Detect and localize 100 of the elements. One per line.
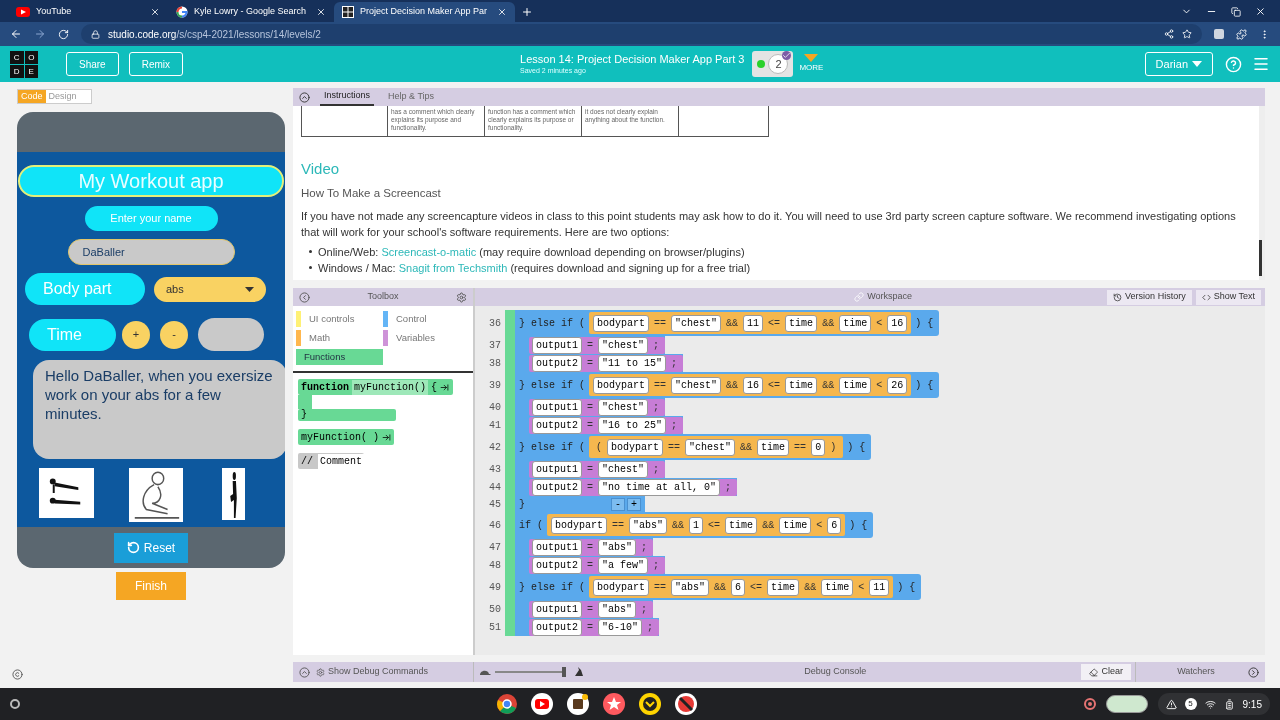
if-block[interactable]: } else if ( bodypart == "chest" && 11 <= time && time < 16 ) {: [515, 310, 940, 336]
screen-thumbnail[interactable]: [1105, 695, 1148, 713]
code-field[interactable]: time: [725, 516, 758, 534]
function-call-block[interactable]: myFunction( ): [298, 429, 394, 445]
code-field[interactable]: "chest": [685, 438, 736, 456]
code-field[interactable]: output2: [532, 416, 582, 434]
code-field[interactable]: "chest": [598, 398, 649, 416]
code-field[interactable]: time: [757, 438, 790, 456]
toggle-button[interactable]: +: [627, 497, 641, 511]
if-block[interactable]: } else if ( bodypart == "abs" && 6 <= time && time < 11 ) {: [515, 574, 922, 600]
code-field[interactable]: 11: [869, 578, 890, 596]
code-field[interactable]: time: [821, 578, 854, 596]
code-field[interactable]: bodypart: [551, 516, 608, 534]
browser-tab[interactable]: Project Decision Maker App Par: [334, 2, 516, 22]
launcher-icon[interactable]: [10, 699, 20, 709]
browser-tab[interactable]: YouTube: [8, 2, 168, 22]
if-block[interactable]: } else if ( bodypart == "chest" && 16 <= time && time < 26 ) {: [515, 372, 940, 398]
code-field[interactable]: time: [839, 314, 872, 332]
condition-block[interactable]: ( bodypart == "chest" && time == 0 ): [589, 436, 844, 458]
show-text-button[interactable]: Show Text: [1195, 289, 1261, 305]
show-debug-commands[interactable]: Show Debug Commands: [316, 665, 429, 679]
condition-block[interactable]: bodypart == "chest" && 16 <= time && time < 26: [589, 374, 912, 396]
back-icon[interactable]: [10, 28, 22, 40]
share-icon[interactable]: [1164, 29, 1174, 39]
video-play-icon[interactable]: [530, 693, 553, 715]
assignment-block[interactable]: output2 = "a few" ;: [529, 556, 666, 574]
assignment-block[interactable]: output1 = "abs" ;: [529, 600, 654, 618]
star-app-icon[interactable]: [602, 693, 625, 715]
condition-block[interactable]: bodypart == "abs" && 6 <= time && time < 11: [589, 576, 894, 598]
code-field[interactable]: "a few": [598, 556, 649, 574]
browser-icon[interactable]: [496, 694, 517, 714]
code-field[interactable]: "11 to 15": [598, 354, 667, 372]
assignment-block[interactable]: output1 = "abs" ;: [529, 538, 654, 556]
condition-block[interactable]: bodypart == "chest" && 11 <= time && time < 16: [589, 312, 912, 334]
code-field[interactable]: output2: [532, 618, 582, 636]
slider-thumb[interactable]: [562, 667, 566, 677]
code-field[interactable]: output2: [532, 354, 582, 372]
warning-icon[interactable]: [1165, 698, 1177, 710]
code-field[interactable]: bodypart: [607, 438, 664, 456]
code-field[interactable]: "abs": [598, 600, 637, 618]
code-field[interactable]: "chest": [598, 460, 649, 478]
collapse-icon[interactable]: [299, 291, 310, 303]
logo[interactable]: C O D E: [10, 50, 38, 78]
time-field[interactable]: [198, 318, 264, 351]
code-field[interactable]: time: [779, 516, 812, 534]
code-field[interactable]: output1: [532, 600, 582, 618]
code-field[interactable]: output1: [532, 398, 582, 416]
code-field[interactable]: "no time at all, 0": [598, 478, 721, 496]
condition-block[interactable]: bodypart == "abs" && 1 <= time && time < 6: [547, 514, 846, 536]
if-block[interactable]: } else if ( ( bodypart == "chest" && time == 0 ) ) {: [515, 434, 872, 460]
version-history-button[interactable]: Version History: [1107, 289, 1192, 305]
progress-bubble[interactable]: 2: [752, 51, 794, 77]
record-icon[interactable]: [1083, 698, 1096, 710]
new-tab-icon[interactable]: [521, 6, 534, 18]
close-icon[interactable]: [497, 7, 508, 17]
assignment-block[interactable]: output1 = "chest" ;: [529, 460, 666, 478]
collapse-icon[interactable]: [299, 91, 310, 103]
code-field[interactable]: bodypart: [593, 314, 650, 332]
toggle-button[interactable]: -: [610, 497, 625, 511]
code-field[interactable]: "abs": [598, 538, 637, 556]
code-field[interactable]: 11: [743, 314, 764, 332]
code-field[interactable]: "abs": [629, 516, 668, 534]
assignment-block[interactable]: output2 = "16 to 25" ;: [529, 416, 684, 434]
assignment-block[interactable]: output1 = "chest" ;: [529, 398, 666, 416]
code-field[interactable]: "chest": [671, 314, 722, 332]
code-field[interactable]: output1: [532, 538, 582, 556]
assignment-block[interactable]: output2 = "11 to 15" ;: [529, 354, 684, 372]
code-field[interactable]: time: [767, 578, 800, 596]
code-field[interactable]: time: [785, 314, 818, 332]
if-block[interactable]: if ( bodypart == "abs" && 1 <= time && time < 6 ) {: [515, 512, 874, 538]
plus-button[interactable]: +: [122, 320, 150, 349]
category-item[interactable]: UI controls: [296, 311, 383, 327]
assignment-block[interactable]: output2 = "no time at all, 0" ;: [529, 478, 738, 496]
close-icon[interactable]: [150, 7, 160, 17]
clear-button[interactable]: Clear: [1081, 664, 1131, 680]
bookmark-icon[interactable]: [1182, 29, 1192, 39]
extension-icon[interactable]: [1214, 29, 1224, 39]
assignment-block[interactable]: output1 = "chest" ;: [529, 336, 666, 354]
code-field[interactable]: time: [839, 376, 872, 394]
close-icon[interactable]: [316, 7, 327, 17]
code-field[interactable]: 26: [887, 376, 908, 394]
code-field[interactable]: 1: [689, 516, 704, 534]
notification-tray[interactable]: 5 9:15: [1157, 693, 1270, 715]
close-icon[interactable]: [1255, 6, 1266, 17]
code-field[interactable]: 0: [811, 438, 826, 456]
code-field[interactable]: "16 to 25": [598, 416, 667, 434]
code-field[interactable]: "abs": [671, 578, 710, 596]
code-field[interactable]: time: [785, 376, 818, 394]
address-field[interactable]: studio.code.org/s/csp4-2021/lessons/14/levels/2: [81, 24, 1202, 44]
browser-tab[interactable]: Kyle Lowry - Google Search: [168, 2, 335, 22]
comment-block[interactable]: // Comment: [298, 453, 364, 469]
assignment-block[interactable]: output2 = "6-10" ;: [529, 618, 660, 636]
code-field[interactable]: 6: [731, 578, 746, 596]
settings-icon[interactable]: [456, 291, 467, 303]
body-part-dropdown[interactable]: abs: [154, 276, 266, 302]
copyright-icon[interactable]: [12, 669, 23, 680]
puzzle-icon[interactable]: [1236, 28, 1247, 40]
code-field[interactable]: "6-10": [598, 618, 643, 636]
minus-button[interactable]: -: [160, 320, 188, 349]
instructions-tab[interactable]: Help & Tips: [384, 88, 439, 106]
